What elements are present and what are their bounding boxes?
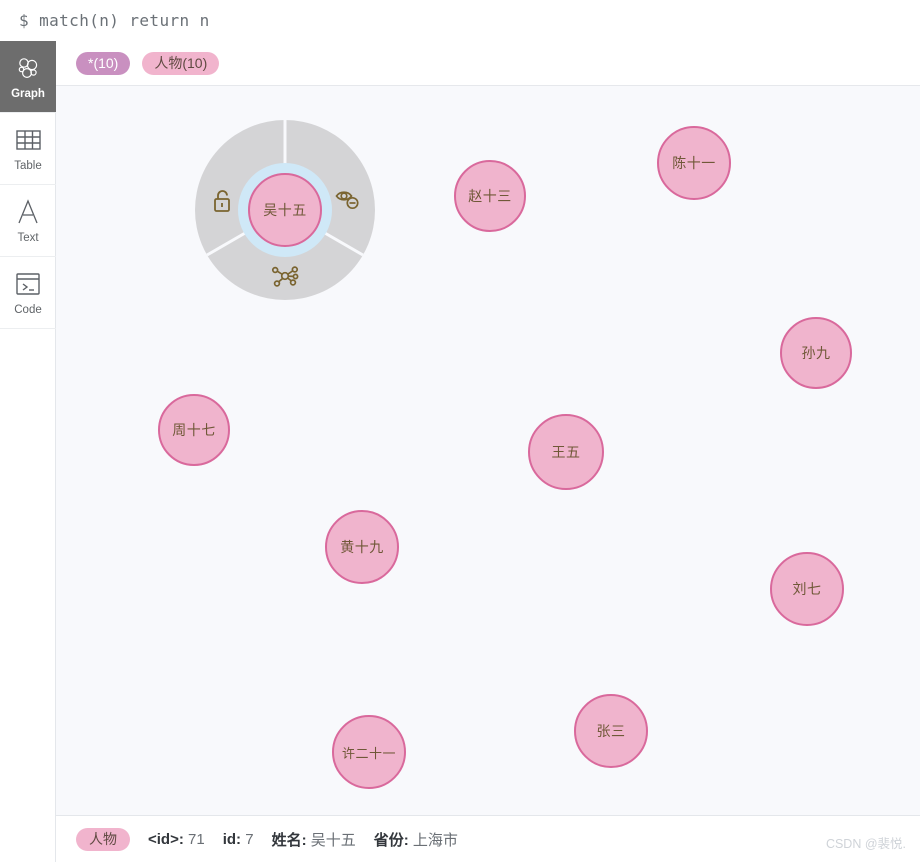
property-value: 7 [245, 830, 254, 848]
property-value: 吴十五 [310, 831, 356, 849]
graph-icon [16, 53, 40, 83]
graph-node[interactable]: 周十七 [158, 394, 230, 466]
graph-node-label: 赵十三 [468, 188, 512, 204]
graph-node-label: 陈十一 [672, 155, 716, 171]
property-key: 省份: [373, 831, 409, 849]
graph-node[interactable]: 刘七 [770, 552, 844, 626]
property-name: 姓名: 吴十五 [272, 829, 356, 850]
status-label-chip[interactable]: 人物 [76, 827, 130, 851]
unlock-icon[interactable] [208, 187, 236, 215]
watermark: CSDN @裴悦. [825, 837, 906, 851]
text-icon [16, 197, 40, 227]
sidebar-item-label: Table [14, 160, 42, 172]
legend-bar: *(10) 人物(10) [56, 41, 920, 86]
graph-node-label: 黄十九 [340, 539, 384, 555]
sidebar-item-code[interactable]: Code [0, 257, 56, 329]
code-icon [16, 269, 40, 299]
graph-node[interactable]: 张三 [574, 694, 648, 768]
graph-node[interactable]: 许二十一 [332, 715, 406, 789]
sidebar-item-text[interactable]: Text [0, 185, 56, 257]
graph-node[interactable]: 陈十一 [657, 126, 731, 200]
graph-node-selected[interactable]: 吴十五 [248, 173, 322, 247]
sidebar-item-table[interactable]: Table [0, 113, 56, 185]
property-key: 姓名: [271, 831, 307, 849]
view-mode-sidebar: Graph Table Text Code [0, 41, 56, 862]
legend-chip-all[interactable]: *(10) [76, 51, 131, 75]
graph-node-label: 孙九 [801, 345, 831, 361]
expand-node-icon[interactable] [271, 262, 299, 290]
graph-canvas[interactable]: 吴十五 赵十三 陈十一孙九周十七王五黄十九刘七张三许二十一 [56, 86, 920, 815]
sidebar-item-label: Code [14, 304, 42, 316]
graph-node-label: 许二十一 [341, 745, 396, 761]
query-text: $ match(n) return n [19, 11, 210, 30]
graph-node-label: 吴十五 [263, 202, 307, 218]
graph-node[interactable]: 赵十三 [454, 160, 526, 232]
graph-node-label: 周十七 [172, 422, 216, 438]
graph-node-label: 张三 [596, 723, 626, 739]
table-icon [15, 125, 41, 155]
property-value: 上海市 [412, 831, 458, 849]
query-bar[interactable]: $ match(n) return n [0, 0, 920, 41]
graph-node-label: 刘七 [792, 581, 822, 597]
graph-node[interactable]: 黄十九 [325, 510, 399, 584]
property-id-internal: <id>: 71 [148, 831, 205, 848]
sidebar-item-graph[interactable]: Graph [0, 41, 56, 113]
property-key: <id>: [148, 830, 184, 848]
property-id: id: 7 [223, 831, 254, 848]
sidebar-item-label: Graph [11, 88, 45, 100]
property-key: id: [222, 830, 242, 848]
graph-node[interactable]: 孙九 [780, 317, 852, 389]
node-inspector-status-bar: 人物 <id>: 71 id: 7 姓名: 吴十五 省份: 上海市 CSDN @… [56, 815, 920, 862]
sidebar-item-label: Text [17, 232, 39, 244]
neo4j-browser-result-frame: $ match(n) return n Graph Table Text Cod… [0, 0, 920, 862]
graph-node-label: 王五 [551, 444, 581, 460]
graph-node[interactable]: 王五 [528, 414, 604, 490]
legend-chip-label[interactable]: 人物(10) [142, 51, 220, 75]
property-value: 71 [188, 830, 205, 848]
property-province: 省份: 上海市 [374, 829, 458, 850]
hide-node-icon[interactable] [334, 185, 362, 213]
